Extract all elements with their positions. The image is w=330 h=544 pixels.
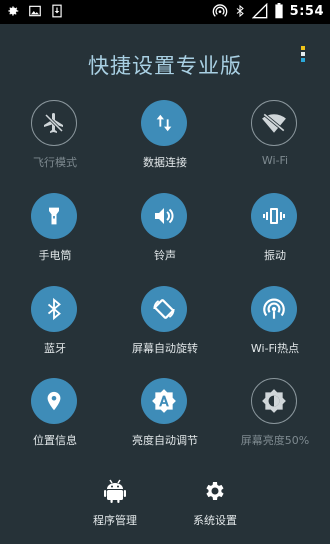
vibrate-icon bbox=[263, 208, 285, 224]
tile-circle[interactable] bbox=[251, 286, 297, 332]
tile-circle[interactable] bbox=[141, 100, 187, 146]
download-notification-icon bbox=[52, 4, 62, 18]
tile-label: Wi-Fi热点 bbox=[250, 342, 300, 355]
tile-label: 屏幕自动旋转 bbox=[132, 342, 198, 355]
image-notification-icon bbox=[29, 5, 41, 17]
screen: 5:54 快捷设置专业版 飞行模式 数据连接 Wi-Fi 手电筒 铃声 振动 蓝… bbox=[0, 0, 330, 544]
tile-label: 振动 bbox=[264, 249, 286, 262]
tile-label: 手电筒 bbox=[38, 249, 72, 262]
tile-circle[interactable] bbox=[141, 378, 187, 424]
tile-circle[interactable] bbox=[251, 100, 297, 146]
tile-circle[interactable] bbox=[251, 193, 297, 239]
tile-circle[interactable] bbox=[31, 286, 77, 332]
tile-circle[interactable] bbox=[31, 378, 77, 424]
tile-label: 位置信息 bbox=[33, 434, 77, 447]
wifi-off-icon bbox=[262, 113, 286, 133]
status-time: 5:54 bbox=[289, 3, 324, 19]
tile-label: Wi-Fi bbox=[261, 154, 289, 167]
tile-label: 飞行模式 bbox=[33, 156, 77, 169]
flashlight-icon bbox=[49, 207, 59, 225]
data-arrows-icon bbox=[156, 114, 172, 132]
tile-label: 屏幕亮度50% bbox=[240, 434, 310, 447]
status-bar-left bbox=[6, 4, 64, 18]
tile-row: 手电筒 铃声 振动 bbox=[0, 193, 330, 283]
tile-row: 飞行模式 数据连接 Wi-Fi bbox=[0, 100, 330, 190]
tile-circle[interactable] bbox=[141, 286, 187, 332]
tile-label: 亮度自动调节 bbox=[132, 434, 198, 447]
tile-circle[interactable] bbox=[31, 100, 77, 146]
tile-label: 数据连接 bbox=[143, 156, 187, 169]
status-bar-right: 5:54 bbox=[212, 3, 324, 19]
system-settings-label: 系统设置 bbox=[193, 514, 237, 527]
gear-icon bbox=[206, 482, 224, 500]
bluetooth-icon bbox=[47, 297, 61, 321]
tile-circle[interactable] bbox=[31, 193, 77, 239]
volume-icon bbox=[155, 208, 174, 224]
battery-status-icon bbox=[275, 3, 283, 19]
status-bar: 5:54 bbox=[0, 0, 330, 24]
hotspot-status-icon bbox=[212, 4, 227, 17]
bottom-bar: 程序管理 系统设置 bbox=[0, 478, 330, 538]
tile-circle[interactable] bbox=[251, 378, 297, 424]
tile-row: 蓝牙 屏幕自动旋转 Wi-Fi热点 bbox=[0, 286, 330, 376]
tile-circle[interactable] bbox=[141, 193, 187, 239]
location-icon bbox=[47, 391, 61, 411]
overflow-menu-icon[interactable] bbox=[300, 44, 306, 64]
tile-row: 位置信息 亮度自动调节 屏幕亮度50% bbox=[0, 378, 330, 468]
app-manager-label: 程序管理 bbox=[93, 514, 137, 527]
bluetooth-status-icon bbox=[236, 4, 244, 18]
brightness-half-icon bbox=[262, 389, 286, 413]
tile-label: 铃声 bbox=[154, 249, 176, 262]
hotspot-icon bbox=[263, 298, 285, 319]
android-icon bbox=[104, 479, 126, 503]
app-title: 快捷设置专业版 bbox=[88, 54, 242, 78]
airplane-off-icon bbox=[44, 113, 64, 133]
auto-brightness-icon bbox=[152, 389, 176, 413]
settings-notification-icon bbox=[8, 6, 19, 16]
signal-status-icon bbox=[251, 3, 267, 19]
rotate-icon bbox=[153, 299, 175, 319]
tile-label: 蓝牙 bbox=[44, 342, 66, 355]
